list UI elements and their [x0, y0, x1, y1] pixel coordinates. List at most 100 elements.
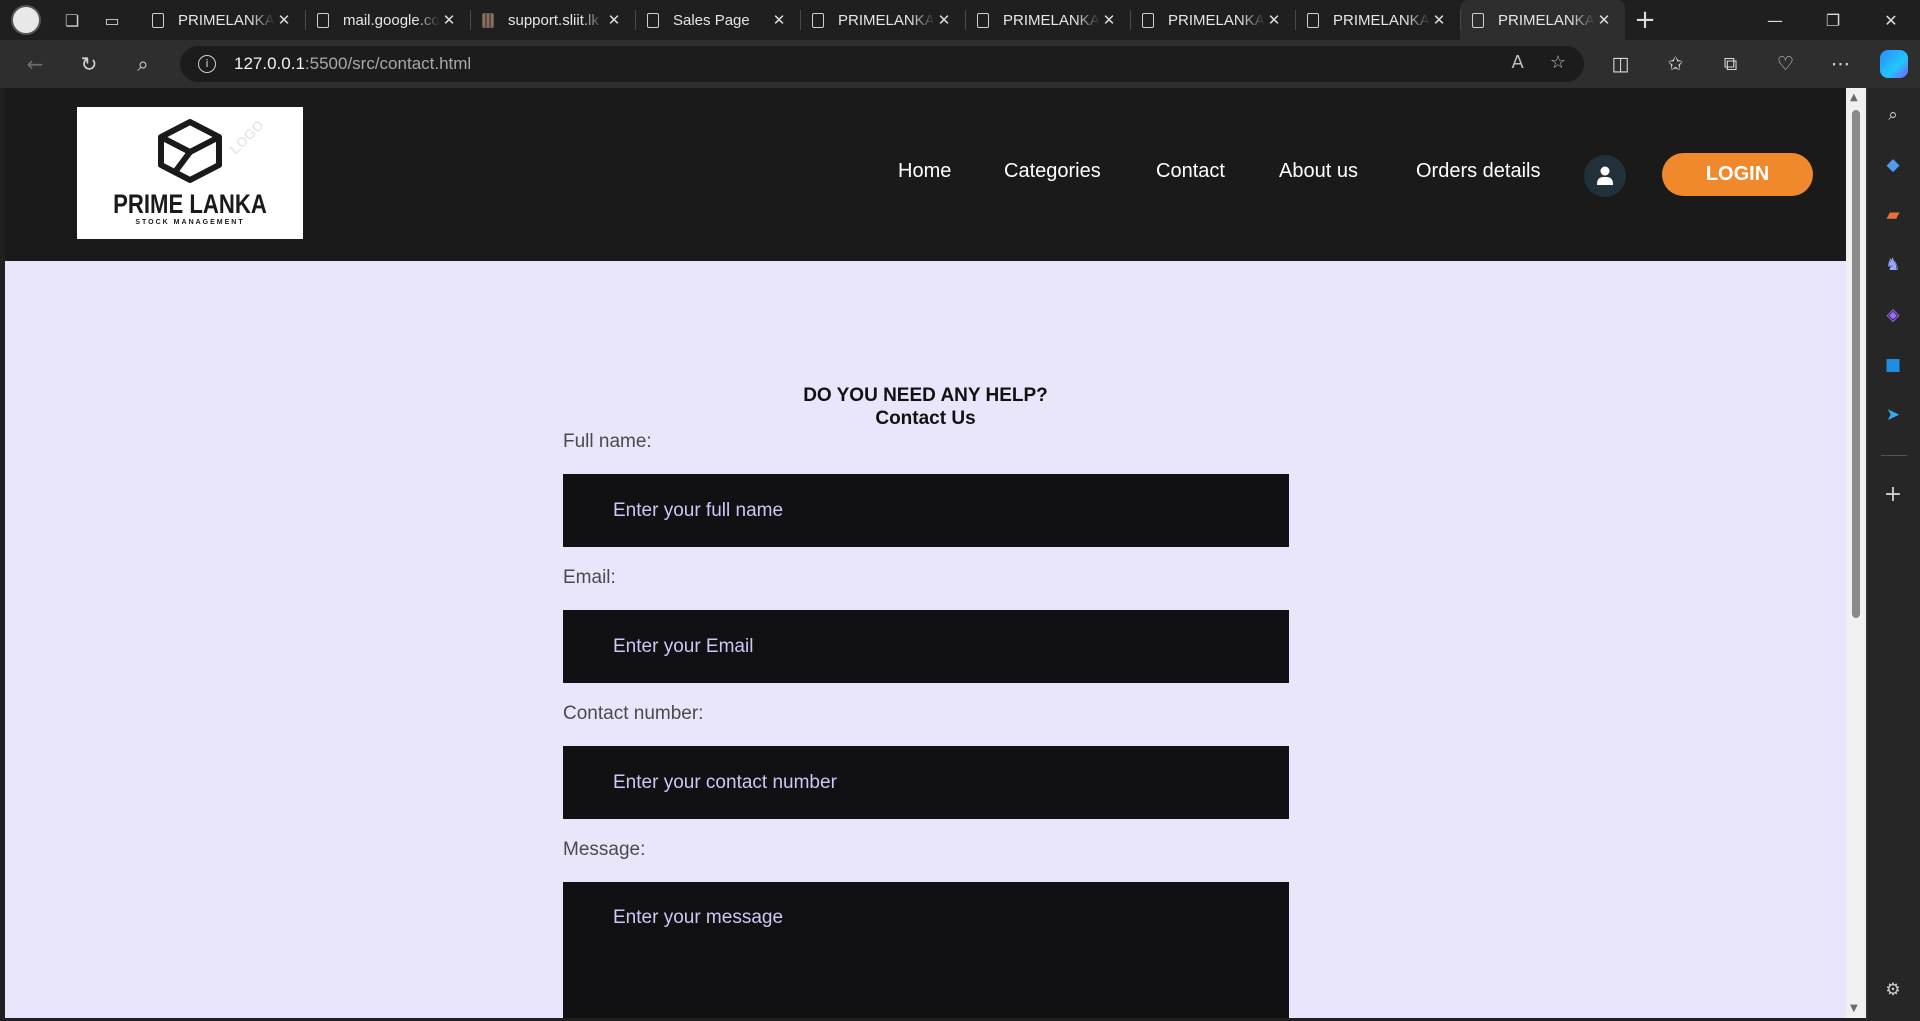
browser-tab[interactable]: PRIMELANKA ✕: [1130, 0, 1295, 40]
copilot-icon[interactable]: [1880, 50, 1908, 78]
user-icon: [1597, 166, 1613, 185]
logo-subtitle: STOCK MANAGEMENT: [135, 219, 245, 226]
page-icon: [977, 12, 989, 28]
settings-gear-icon[interactable]: ⚙: [1881, 978, 1905, 1002]
page-icon: [152, 12, 164, 28]
nav-contact[interactable]: Contact: [1156, 160, 1225, 183]
cube-logo-icon: [158, 119, 222, 183]
browser-tab[interactable]: PRIMELANKA ✕: [800, 0, 965, 40]
user-account-button[interactable]: [1584, 155, 1626, 197]
minimize-icon[interactable]: —: [1746, 0, 1804, 40]
tab-title: PRIMELANKA: [1168, 11, 1265, 29]
close-tab-icon[interactable]: ✕: [605, 11, 623, 29]
profile-avatar[interactable]: [0, 0, 52, 40]
browser-tab-bar: ❏ ▭ PRIMELANKA✕ mail.google.com✕ support…: [0, 0, 1920, 40]
page-icon: [1472, 12, 1484, 28]
nav-about-us[interactable]: About us: [1279, 160, 1358, 183]
tab-actions-icon[interactable]: ▭: [92, 0, 132, 40]
browser-essentials-icon[interactable]: ♡: [1758, 53, 1813, 75]
scroll-up-arrow-icon[interactable]: ▲: [1850, 92, 1858, 103]
copilot-sidebar-icon[interactable]: ◈: [1881, 303, 1905, 327]
search-icon[interactable]: ⌕: [116, 40, 170, 88]
favorites-icon[interactable]: ✩: [1648, 53, 1703, 75]
browser-tab[interactable]: support.sliit.lk ✕: [470, 0, 635, 40]
read-aloud-icon[interactable]: A: [1512, 52, 1524, 73]
workspaces-icon[interactable]: ❏: [52, 0, 92, 40]
message-textarea[interactable]: Enter your message: [563, 882, 1289, 1018]
shopping-tag-icon[interactable]: ◆: [1881, 153, 1905, 177]
tab-title: PRIMELANKA: [1498, 11, 1595, 29]
tab-title: PRIMELANKA: [838, 11, 935, 29]
tools-briefcase-icon[interactable]: ▰: [1881, 203, 1905, 227]
logo-watermark: LOGO: [226, 116, 267, 158]
avatar: [11, 5, 41, 35]
nav-orders-details[interactable]: Orders details: [1416, 160, 1541, 183]
back-arrow-icon[interactable]: ←: [8, 40, 62, 88]
contact-number-label: Contact number:: [563, 703, 704, 724]
tab-title: PRIMELANKA: [1333, 11, 1430, 29]
browser-tab[interactable]: PRIMELANKA ✕: [1295, 0, 1460, 40]
close-window-icon[interactable]: ✕: [1862, 0, 1920, 40]
full-name-input[interactable]: Enter your full name: [563, 474, 1289, 547]
collections-icon[interactable]: ⧉: [1703, 53, 1758, 75]
close-tab-icon[interactable]: ✕: [1265, 11, 1283, 29]
favorite-star-icon[interactable]: ☆: [1550, 52, 1566, 73]
address-bar-row: ← ↻ ⌕ i 127.0.0.1:5500/src/contact.html …: [0, 40, 1920, 88]
close-tab-icon[interactable]: ✕: [935, 11, 953, 29]
url-field[interactable]: i 127.0.0.1:5500/src/contact.html A ☆: [180, 46, 1584, 82]
page-icon: [1142, 12, 1154, 28]
browser-tab[interactable]: PRIMELANKA ✕: [140, 0, 305, 40]
close-tab-icon[interactable]: ✕: [770, 11, 788, 29]
close-tab-icon[interactable]: ✕: [275, 11, 293, 29]
restore-icon[interactable]: ❐: [1804, 0, 1862, 40]
close-tab-icon[interactable]: ✕: [1595, 11, 1613, 29]
browser-tab[interactable]: mail.google.com✕: [305, 0, 470, 40]
site-favicon-icon: [482, 12, 494, 28]
tab-title: Sales Page: [673, 11, 750, 29]
sidebar-divider: [1881, 455, 1907, 456]
close-tab-icon[interactable]: ✕: [440, 11, 458, 29]
close-tab-icon[interactable]: ✕: [1430, 11, 1448, 29]
sidebar-search-icon[interactable]: ⌕: [1881, 103, 1905, 127]
url-path: :5500/src/contact.html: [304, 54, 472, 73]
url-host: 127.0.0.1: [234, 54, 305, 73]
contact-number-input[interactable]: Enter your contact number: [563, 746, 1289, 819]
tab-title: PRIMELANKA: [178, 11, 275, 29]
email-label: Email:: [563, 567, 616, 588]
new-tab-button[interactable]: +: [1625, 5, 1665, 35]
split-screen-icon[interactable]: ◫: [1593, 53, 1648, 75]
page-icon: [647, 12, 659, 28]
page-icon: [317, 12, 329, 28]
contact-us-heading: Contact Us: [875, 408, 976, 429]
tab-title: PRIMELANKA: [1003, 11, 1100, 29]
site-logo[interactable]: PRIME LANKA STOCK MANAGEMENT LOGO: [77, 107, 303, 239]
add-sidebar-app-icon[interactable]: +: [1881, 482, 1905, 507]
browser-tab[interactable]: Sales Page ✕: [635, 0, 800, 40]
page-scrollbar[interactable]: ▲ ▼: [1846, 88, 1866, 1018]
contact-heading: DO YOU NEED ANY HELP? Contact Us: [5, 384, 1846, 430]
scrollbar-thumb[interactable]: [1852, 110, 1860, 618]
logo-brand-text: PRIME LANKA: [113, 189, 267, 219]
send-icon[interactable]: ➤: [1881, 403, 1905, 427]
web-page: PRIME LANKA STOCK MANAGEMENT LOGO Home C…: [5, 88, 1846, 1018]
login-button[interactable]: LOGIN: [1662, 153, 1813, 196]
nav-home[interactable]: Home: [898, 160, 951, 183]
more-menu-icon[interactable]: ⋯: [1813, 53, 1868, 75]
nav-categories[interactable]: Categories: [1004, 160, 1101, 183]
scroll-down-arrow-icon[interactable]: ▼: [1850, 1003, 1858, 1014]
page-icon: [812, 12, 824, 28]
full-name-label: Full name:: [563, 431, 652, 452]
outlook-icon[interactable]: ■: [1881, 353, 1905, 377]
refresh-icon[interactable]: ↻: [62, 40, 116, 88]
tab-title: support.sliit.lk: [508, 11, 599, 29]
browser-tab-active[interactable]: PRIMELANKA ✕: [1460, 0, 1625, 40]
site-info-icon[interactable]: i: [198, 55, 216, 73]
close-tab-icon[interactable]: ✕: [1100, 11, 1118, 29]
tab-title: mail.google.com: [343, 11, 440, 29]
site-header: PRIME LANKA STOCK MANAGEMENT LOGO Home C…: [5, 88, 1846, 261]
games-icon[interactable]: ♞: [1881, 253, 1905, 277]
browser-tab[interactable]: PRIMELANKA ✕: [965, 0, 1130, 40]
email-input[interactable]: Enter your Email: [563, 610, 1289, 683]
browser-sidebar: ⌕ ◆ ▰ ♞ ◈ ■ ➤ + ⚙: [1866, 88, 1920, 1021]
help-heading: DO YOU NEED ANY HELP?: [803, 385, 1048, 406]
